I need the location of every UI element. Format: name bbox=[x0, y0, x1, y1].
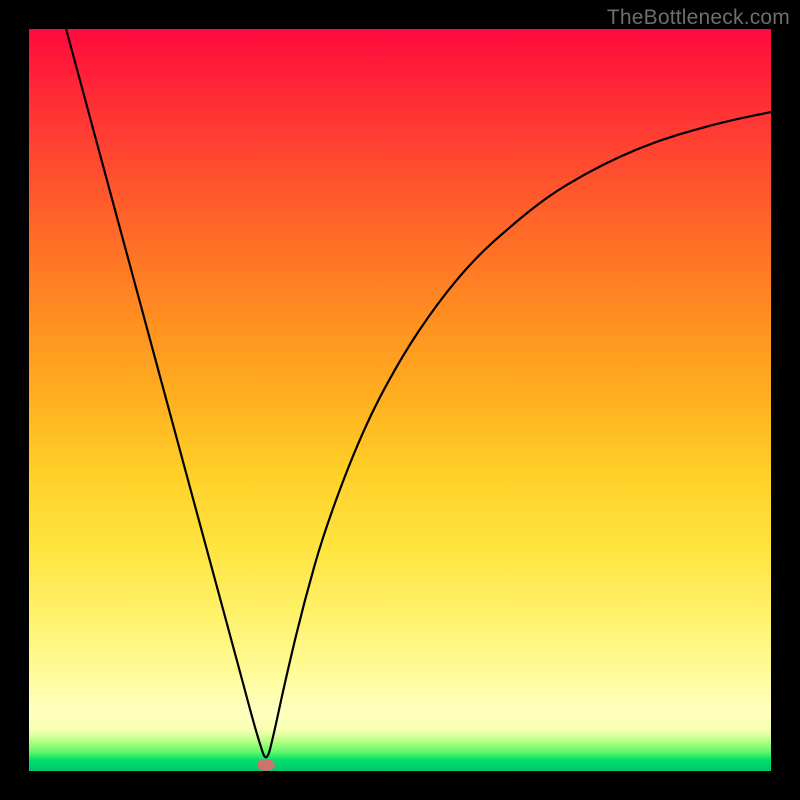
bottleneck-curve bbox=[66, 29, 771, 757]
plot-area bbox=[29, 29, 771, 771]
curve-svg bbox=[29, 29, 771, 771]
chart-frame: TheBottleneck.com bbox=[0, 0, 800, 800]
watermark-text: TheBottleneck.com bbox=[607, 6, 790, 30]
